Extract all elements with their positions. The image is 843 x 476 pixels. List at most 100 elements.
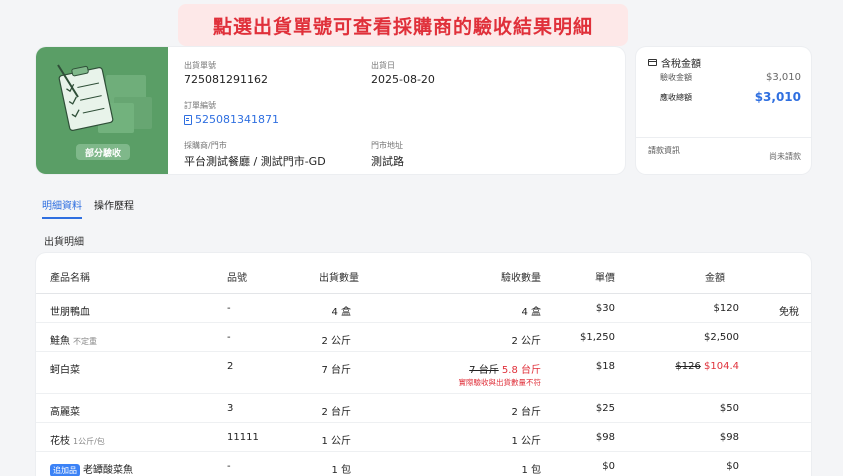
qty-mismatch-warning: 實際驗收與出貨數量不符 bbox=[458, 378, 542, 387]
amount-title-text: 含稅金額 bbox=[661, 59, 701, 70]
amount-cell: $0 bbox=[726, 461, 739, 472]
accept-qty-original: 7 台斤 bbox=[469, 365, 499, 376]
accept-qty-cell: 7 台斤 5.8 台斤 bbox=[469, 361, 541, 376]
accept-qty-value: 4 盒 bbox=[521, 307, 541, 318]
tab-history[interactable]: 操作歷程 bbox=[94, 197, 134, 219]
product-name: 鮭魚 bbox=[50, 336, 70, 347]
ship-qty-cell: 7 台斤 bbox=[321, 365, 351, 376]
amount-value: $0 bbox=[726, 461, 739, 472]
ship-qty-cell: 1 包 bbox=[331, 465, 351, 476]
price-cell: $30 bbox=[595, 303, 615, 314]
order-no-value[interactable]: 525081341871 bbox=[195, 113, 279, 126]
product-name-cell: 追加品 老罈酸菜魚 bbox=[50, 461, 133, 476]
hint-banner: 點選出貨單號可查看採購商的驗收結果明細 bbox=[178, 4, 628, 46]
product-name-cell: 鮭魚 不定重 bbox=[50, 332, 97, 347]
amount-cell: $2,500 bbox=[704, 332, 739, 343]
amount-cell: $126 $104.4 bbox=[675, 361, 739, 372]
accept-qty-value: 5.8 台斤 bbox=[501, 365, 541, 376]
detail-tabs: 明細資料 操作歷程 bbox=[42, 197, 134, 219]
tax-note: 免稅 bbox=[779, 307, 799, 318]
invoice-row: 請款資訊 尚未請款 bbox=[648, 145, 801, 162]
accepted-amount-label: 驗收金額 bbox=[660, 73, 692, 82]
accept-qty-cell: 1 公斤 bbox=[511, 432, 541, 447]
shipment-no-label: 出貨單號 bbox=[184, 61, 216, 70]
amount-cell: $98 bbox=[720, 432, 739, 443]
inspection-clipboard-icon bbox=[57, 64, 152, 133]
product-name-cell: 世朋鴨血 bbox=[50, 303, 90, 318]
accept-qty-value: 2 公斤 bbox=[511, 336, 541, 347]
header-product: 產品名稱 bbox=[50, 273, 90, 284]
header-sku: 品號 bbox=[227, 273, 247, 284]
table-row: 花枝 1公斤/包 11111 1 公斤 1 公斤 $98 $98 bbox=[36, 423, 811, 452]
accept-qty-value: 2 台斤 bbox=[511, 407, 541, 418]
credit-card-icon bbox=[648, 59, 657, 66]
price-cell: $1,250 bbox=[580, 332, 615, 343]
divider bbox=[636, 137, 811, 138]
table-row: 追加品 老罈酸菜魚 - 1 包 1 包 $0 $0 bbox=[36, 452, 811, 476]
header-ship-qty: 出貨數量 bbox=[319, 273, 359, 284]
addon-tag: 追加品 bbox=[50, 464, 80, 476]
product-spec-tag: 1公斤/包 bbox=[73, 437, 105, 446]
table-row: 鮭魚 不定重 - 2 公斤 2 公斤 $1,250 $2,500 bbox=[36, 323, 811, 352]
shipment-no-value: 725081291162 bbox=[184, 73, 268, 86]
product-name-cell: 蚵白菜 bbox=[50, 361, 80, 376]
sku-cell: - bbox=[227, 461, 231, 472]
amount-original: $126 bbox=[675, 361, 701, 372]
accept-qty-value: 1 公斤 bbox=[511, 436, 541, 447]
sku-cell: 11111 bbox=[227, 432, 259, 443]
product-name: 花枝 bbox=[50, 436, 70, 447]
price-cell: $0 bbox=[602, 461, 615, 472]
accept-qty-cell: 4 盒 bbox=[521, 303, 541, 318]
header-price: 單價 bbox=[595, 273, 615, 284]
shipment-no-field: 出貨單號 725081291162 bbox=[184, 60, 268, 86]
receivable-amount-value: $3,010 bbox=[754, 90, 801, 104]
address-value: 測試路 bbox=[371, 155, 404, 168]
buyer-field: 採購商/門市 平台測試餐廳 / 測試門市-GD bbox=[184, 140, 326, 169]
header-amount: 金額 bbox=[705, 273, 725, 284]
order-no-link[interactable]: 525081341871 bbox=[184, 113, 279, 126]
sku-cell: - bbox=[227, 303, 231, 314]
price-cell: $25 bbox=[595, 403, 615, 414]
ship-date-field: 出貨日 2025-08-20 bbox=[371, 60, 435, 86]
amount-cell: $120 bbox=[714, 303, 739, 314]
order-no-label: 訂單編號 bbox=[184, 101, 216, 110]
amount-value: $120 bbox=[713, 303, 739, 314]
order-no-field: 訂單編號 525081341871 bbox=[184, 100, 279, 126]
buyer-label: 採購商/門市 bbox=[184, 141, 227, 150]
accept-qty-cell: 2 台斤 bbox=[511, 403, 541, 418]
price-cell: $98 bbox=[595, 432, 615, 443]
buyer-value: 平台測試餐廳 / 測試門市-GD bbox=[184, 155, 326, 168]
amount-value: $104.4 bbox=[704, 361, 739, 372]
status-badge: 部分驗收 bbox=[76, 144, 130, 160]
table-header: 產品名稱 品號 出貨數量 驗收數量 單價 金額 bbox=[36, 253, 811, 294]
document-icon bbox=[184, 114, 192, 125]
amount-value: $2,500 bbox=[704, 332, 739, 343]
accept-qty-cell: 2 公斤 bbox=[511, 332, 541, 347]
product-name-cell: 高麗菜 bbox=[50, 403, 80, 418]
table-row: 蚵白菜 2 7 台斤 7 台斤 5.8 台斤 實際驗收與出貨數量不符 $18 $126 $1… bbox=[36, 352, 811, 394]
address-label: 門市地址 bbox=[371, 141, 403, 150]
ship-date-label: 出貨日 bbox=[371, 61, 395, 70]
sku-cell: 2 bbox=[227, 361, 234, 372]
ship-date-value: 2025-08-20 bbox=[371, 73, 435, 86]
invoice-status: 尚未請款 bbox=[769, 152, 801, 161]
price-cell: $18 bbox=[595, 361, 615, 372]
ship-qty-cell: 4 盒 bbox=[331, 307, 351, 318]
amount-title: 含稅金額 bbox=[648, 55, 701, 70]
table-row: 世朋鴨血 - 4 盒 4 盒 $30 $120 免稅 bbox=[36, 294, 811, 323]
tab-details[interactable]: 明細資料 bbox=[42, 197, 82, 219]
table-row: 高麗菜 3 2 台斤 2 台斤 $25 $50 bbox=[36, 394, 811, 423]
amount-value: $98 bbox=[719, 432, 739, 443]
accept-qty-cell: 1 包 bbox=[521, 461, 541, 476]
order-info-card: 部分驗收 出貨單號 725081291162 出貨日 2025-08-20 訂單… bbox=[36, 47, 625, 174]
product-spec-tag: 不定重 bbox=[73, 337, 97, 346]
address-field: 門市地址 測試路 bbox=[371, 140, 404, 169]
product-name: 老罈酸菜魚 bbox=[83, 465, 133, 476]
shipment-detail-table: 產品名稱 品號 出貨數量 驗收數量 單價 金額 世朋鴨血 - 4 盒 4 盒 $30 $1… bbox=[36, 253, 811, 476]
accepted-amount-row: 驗收金額 $3,010 bbox=[660, 72, 801, 83]
amount-card: 含稅金額 驗收金額 $3,010 應收總額 $3,010 請款資訊 尚未請款 bbox=[636, 47, 811, 174]
invoice-label: 請款資訊 bbox=[648, 146, 680, 155]
ship-qty-cell: 2 公斤 bbox=[321, 336, 351, 347]
accept-qty-value: 1 包 bbox=[521, 465, 541, 476]
product-name: 世朋鴨血 bbox=[50, 307, 90, 318]
